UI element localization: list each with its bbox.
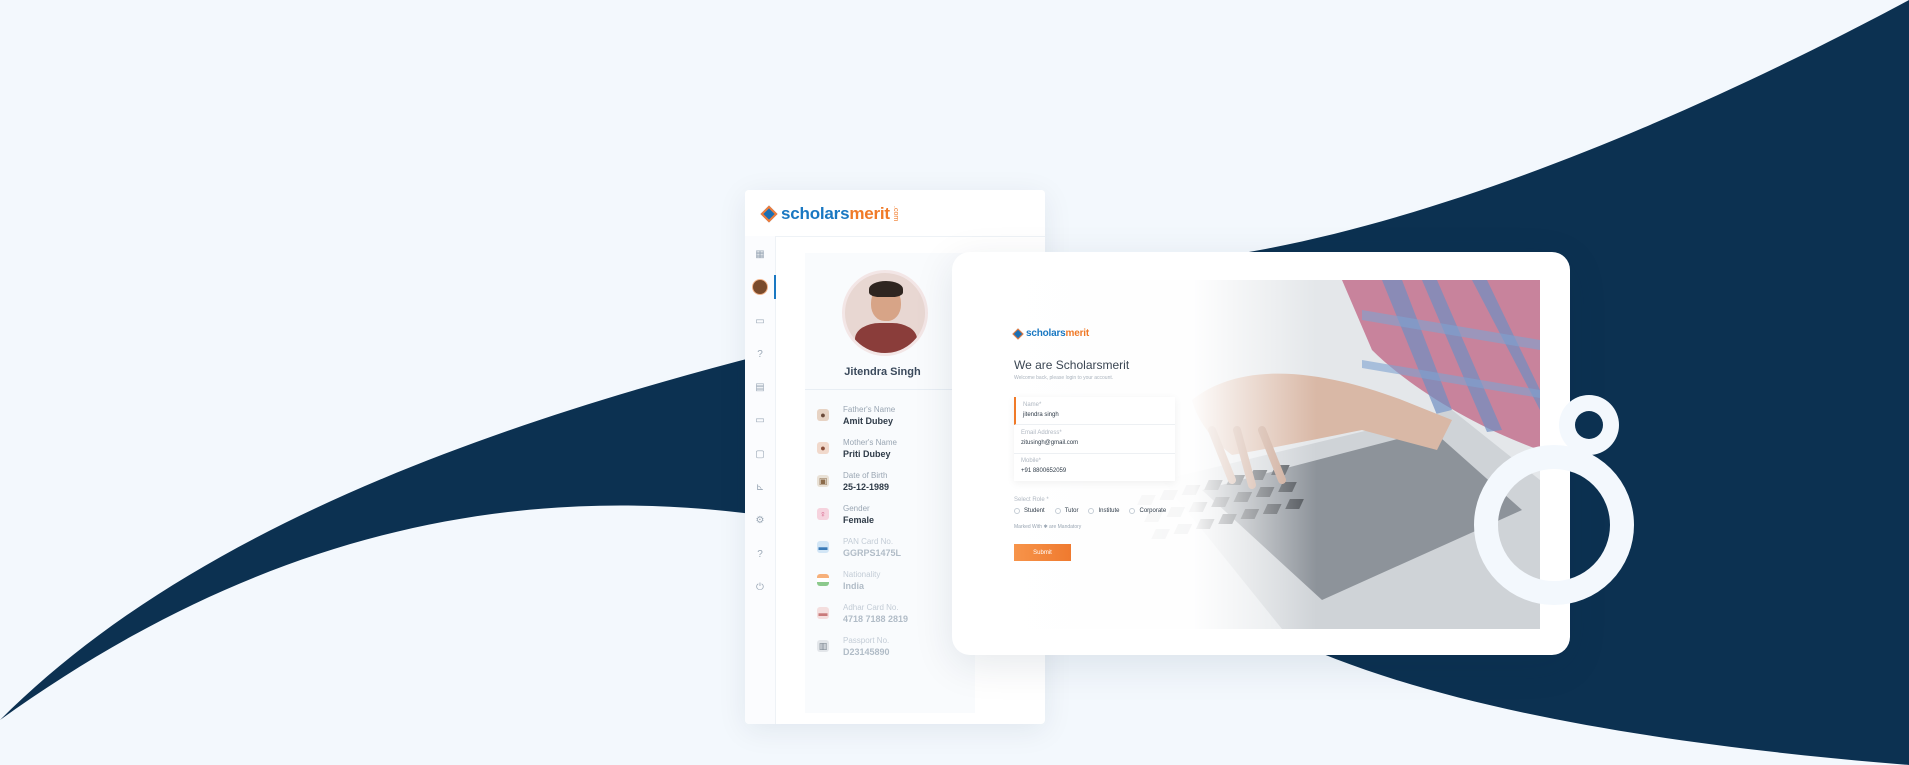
help-icon[interactable]: ? <box>752 546 768 562</box>
gender-icon: ♀ <box>817 508 829 520</box>
info-row-father: ● Father's Name Amit Dubey <box>817 405 967 431</box>
radio-button[interactable] <box>1054 508 1061 514</box>
flag-icon <box>817 574 829 586</box>
document-icon[interactable]: ▢ <box>752 446 768 462</box>
mobile-field[interactable]: Mobile* +91 8800652059 <box>1014 453 1175 481</box>
info-row-passport: ▥ Passport No. D23145890 <box>817 636 967 662</box>
scholarsmerit-logo[interactable]: scholarsmerit .com <box>760 204 899 224</box>
login-subtitle: Welcome back, please login to your accou… <box>1014 375 1114 381</box>
power-icon[interactable]: ⏻ <box>752 579 768 595</box>
info-label: Adhar Card No. <box>843 603 899 612</box>
info-value: India <box>843 581 865 591</box>
info-value: GGRPS1475L <box>843 548 902 558</box>
logo-text-scholars: scholars <box>1026 328 1066 339</box>
info-value: Female <box>843 515 875 525</box>
info-label: Nationality <box>843 570 881 579</box>
login-form-fields: Name* jitendra singh Email Address* zitu… <box>1014 397 1175 481</box>
field-value: +91 8800652059 <box>1021 468 1067 474</box>
role-option-student[interactable]: Student <box>1014 508 1045 514</box>
logo-diamond-icon <box>760 205 778 223</box>
info-label: Mother's Name <box>843 438 897 447</box>
mandatory-note: Marked With ✱ are Mandatory <box>1014 524 1082 530</box>
login-title: We are Scholarsmerit <box>1014 358 1130 372</box>
logo-suffix: .com <box>891 206 899 222</box>
email-field[interactable]: Email Address* zitusingh@gmail.com <box>1014 425 1175 454</box>
app-sidebar: ▦ ▭ ? ▤ ▭ ▢ ⊾ ⚙ ? ⏻ <box>745 236 776 724</box>
chart-icon[interactable]: ⊾ <box>752 479 768 495</box>
info-row-adhar: ▬ Adhar Card No. 4718 7188 2819 <box>817 603 967 629</box>
help-icon[interactable]: ? <box>752 346 768 362</box>
field-label: Mobile* <box>1021 458 1042 464</box>
info-value: 25-12-1989 <box>843 482 890 492</box>
cake-icon: ▣ <box>817 475 829 487</box>
radio-button[interactable] <box>1014 508 1020 514</box>
passport-icon: ▥ <box>817 640 829 652</box>
calendar-icon[interactable]: ▤ <box>752 379 768 395</box>
role-option-institute[interactable]: Institute <box>1088 508 1119 514</box>
decorative-ring-icon <box>1474 395 1634 605</box>
field-label: Email Address* <box>1021 430 1062 436</box>
role-radio-group: Student Tutor Institute Corporate <box>1014 508 1176 514</box>
folder-icon[interactable]: ▭ <box>752 313 768 329</box>
logo-text-scholars: scholars <box>781 204 850 223</box>
divider <box>805 389 975 390</box>
id-card-icon: ▬ <box>817 607 829 619</box>
info-value: D23145890 <box>843 647 890 657</box>
name-field[interactable]: Name* jitendra singh <box>1014 397 1175 425</box>
info-value: Amit Dubey <box>843 416 894 426</box>
settings-icon[interactable]: ⚙ <box>752 512 768 528</box>
profile-photo <box>842 270 928 356</box>
info-label: Date of Birth <box>843 471 888 480</box>
radio-button[interactable] <box>1088 508 1095 514</box>
avatar <box>752 279 768 295</box>
field-value: zitusingh@gmail.com <box>1021 440 1079 446</box>
info-row-mother: ● Mother's Name Priti Dubey <box>817 438 967 464</box>
info-label: Passport No. <box>843 636 890 645</box>
info-label: PAN Card No. <box>843 537 894 546</box>
login-screen: scholarsmerit We are Scholarsmerit Welco… <box>982 280 1540 629</box>
profile-panel: Jitendra Singh ● Father's Name Amit Dube… <box>805 253 975 713</box>
logo-text-merit: merit <box>849 204 890 223</box>
field-label: Name* <box>1023 402 1042 408</box>
field-value: jitendra singh <box>1023 412 1059 418</box>
user-male-icon: ● <box>817 409 829 421</box>
role-label: Select Role * <box>1014 497 1049 503</box>
profile-name: Jitendra Singh <box>844 366 921 378</box>
login-logo: scholarsmerit <box>1012 327 1090 340</box>
logo-text-merit: merit <box>1065 328 1090 339</box>
info-row-dob: ▣ Date of Birth 25-12-1989 <box>817 471 967 497</box>
info-label: Father's Name <box>843 405 896 414</box>
app-header: scholarsmerit .com <box>745 190 1045 237</box>
dashboard-grid-icon[interactable]: ▦ <box>752 246 768 262</box>
logo-diamond-icon <box>1012 327 1024 340</box>
folder-icon[interactable]: ▭ <box>752 412 768 428</box>
role-option-corporate[interactable]: Corporate <box>1129 508 1166 514</box>
info-row-nationality: Nationality India <box>817 570 967 596</box>
radio-button[interactable] <box>1129 508 1136 514</box>
info-row-gender: ♀ Gender Female <box>817 504 967 530</box>
sidebar-item-profile[interactable] <box>752 275 776 299</box>
info-value: Priti Dubey <box>843 449 891 459</box>
user-female-icon: ● <box>817 442 829 454</box>
id-card-icon: ▬ <box>817 541 829 553</box>
info-value: 4718 7188 2819 <box>843 614 909 624</box>
info-row-pan: ▬ PAN Card No. GGRPS1475L <box>817 537 967 563</box>
role-option-tutor[interactable]: Tutor <box>1054 508 1078 514</box>
info-label: Gender <box>843 504 870 513</box>
submit-button[interactable]: Submit <box>1014 544 1071 561</box>
